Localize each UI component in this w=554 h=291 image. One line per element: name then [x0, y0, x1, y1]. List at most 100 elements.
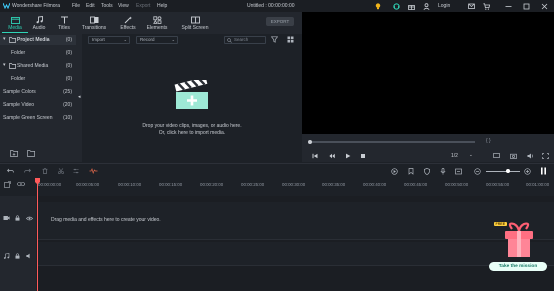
timeline-ruler[interactable]: 00:00:00:00 00:00:05:00 00:00:10:00 00:0…	[0, 178, 554, 192]
scrubber-handle[interactable]	[308, 140, 312, 144]
tab-elements[interactable]: Elements	[144, 15, 170, 33]
support-icon[interactable]	[393, 3, 400, 10]
account-icon[interactable]	[423, 3, 430, 10]
playhead-line[interactable]	[37, 178, 38, 291]
redo-icon[interactable]	[24, 168, 31, 174]
zoom-out-icon[interactable]	[474, 168, 481, 175]
app-name: Wondershare Filmora	[12, 3, 60, 9]
gift-icon[interactable]	[408, 3, 415, 10]
fullscreen-icon[interactable]	[542, 153, 549, 159]
project-media-item[interactable]: ▾ Project Media (0)	[0, 35, 76, 45]
step-back-icon[interactable]	[312, 153, 318, 159]
zoom-slider[interactable]	[486, 169, 520, 173]
adjust-icon[interactable]	[73, 168, 79, 174]
monitor-icon[interactable]	[493, 153, 500, 159]
document-title: Untitled : 00:00:00:00	[247, 3, 295, 9]
minimize-icon[interactable]	[505, 3, 512, 10]
audio-waveform-icon[interactable]	[89, 168, 98, 174]
play-icon[interactable]	[345, 153, 351, 159]
menu-file[interactable]: File	[72, 3, 80, 9]
new-folder-icon[interactable]	[10, 150, 18, 157]
pause-icon[interactable]	[540, 167, 547, 175]
audio-track[interactable]	[37, 242, 554, 266]
drop-hint-line1: Drop your video clips, images, or audio …	[142, 123, 242, 129]
undo-icon[interactable]	[7, 168, 14, 174]
tab-effects-label: Effects	[120, 25, 136, 31]
take-mission-button[interactable]: Take the mission	[489, 262, 547, 271]
menu-view[interactable]: View	[118, 3, 129, 9]
zoom-in-icon[interactable]	[524, 168, 531, 175]
tab-split-screen[interactable]: Split Screen	[181, 15, 209, 33]
mark-brackets[interactable]: { }	[486, 138, 491, 144]
expand-arrow-icon[interactable]: ▾	[3, 62, 6, 68]
lock-icon[interactable]	[15, 253, 20, 259]
rewind-icon[interactable]	[329, 153, 335, 159]
shield-icon[interactable]	[424, 168, 430, 175]
grid-view-icon[interactable]	[287, 36, 294, 43]
notification-icon[interactable]	[468, 3, 475, 10]
chevron-down-icon[interactable]: ⌄	[469, 152, 473, 158]
snapshot-icon[interactable]	[510, 153, 517, 159]
cut-icon[interactable]	[58, 168, 64, 174]
timecode-9: 00:00:45:00	[404, 182, 428, 187]
sample-colors-item[interactable]: Sample Colors (25)	[0, 87, 76, 97]
microphone-icon[interactable]	[440, 168, 446, 175]
stop-icon[interactable]	[360, 153, 366, 159]
tab-titles[interactable]: Titles	[51, 15, 77, 33]
speaker-icon[interactable]	[26, 253, 32, 259]
shared-folder-item[interactable]: Folder (0)	[0, 74, 76, 84]
timecode-7: 00:00:35:00	[322, 182, 346, 187]
zoom-slider-handle[interactable]	[506, 169, 510, 173]
sample-video-item[interactable]: Sample Video (20)	[0, 100, 76, 110]
gift-box-icon[interactable]	[500, 222, 538, 262]
tab-media-label: Media	[8, 25, 22, 31]
folder-item[interactable]: Folder (0)	[0, 48, 76, 58]
text-icon	[60, 16, 68, 24]
link-icon[interactable]	[17, 181, 25, 187]
shared-media-item[interactable]: ▾ Shared Media (0)	[0, 61, 76, 71]
search-icon	[227, 38, 232, 43]
tab-transitions[interactable]: Transitions	[81, 15, 107, 33]
sample-green-screen-count: (10)	[63, 115, 72, 121]
timecode-5: 00:00:25:00	[241, 182, 265, 187]
export-button[interactable]: EXPORT	[266, 17, 294, 26]
timeline-toolbar	[0, 163, 554, 178]
timeline-tracks[interactable]: Drag media and effects here to create yo…	[37, 178, 554, 291]
filter-icon[interactable]	[271, 36, 278, 43]
maximize-icon[interactable]	[523, 3, 530, 10]
record-dropdown[interactable]: Record ⌄	[136, 36, 178, 44]
folder-outline-icon[interactable]	[27, 150, 35, 157]
bulb-icon[interactable]	[375, 3, 381, 10]
folder-icon	[9, 37, 16, 43]
import-media-dropzone[interactable]: Drop your video clips, images, or audio …	[83, 74, 301, 144]
marker-icon[interactable]	[408, 168, 414, 175]
playback-ratio[interactable]: 1/2	[451, 153, 458, 159]
login-link[interactable]: Login	[438, 3, 450, 9]
tab-audio-label: Audio	[32, 25, 46, 31]
video-track[interactable]: Drag media and effects here to create yo…	[37, 202, 554, 240]
tab-media[interactable]: Media	[2, 15, 28, 33]
project-media-label: Project Media	[17, 37, 50, 43]
sample-green-screen-item[interactable]: Sample Green Screen (10)	[0, 113, 76, 123]
expand-arrow-icon[interactable]: ▾	[3, 36, 6, 42]
tab-audio[interactable]: Audio	[26, 15, 52, 33]
lock-icon[interactable]	[15, 215, 20, 221]
tab-effects[interactable]: Effects	[115, 15, 141, 33]
import-dropdown[interactable]: Import ⌄	[88, 36, 130, 44]
menu-tools[interactable]: Tools	[101, 3, 113, 9]
collapse-panel-icon[interactable]: ◂	[78, 94, 81, 100]
delete-icon[interactable]	[42, 168, 48, 174]
search-input[interactable]: Search	[224, 36, 266, 44]
eye-icon[interactable]	[26, 216, 33, 221]
menu-help[interactable]: Help	[157, 3, 167, 9]
voiceover-icon[interactable]	[455, 168, 462, 175]
menu-export[interactable]: Export	[136, 3, 150, 9]
close-icon[interactable]	[541, 3, 548, 10]
volume-icon[interactable]	[527, 153, 534, 159]
cart-icon[interactable]	[483, 3, 490, 10]
add-track-icon[interactable]	[4, 181, 11, 188]
preview-scrubber[interactable]	[308, 140, 475, 144]
menu-edit[interactable]: Edit	[86, 3, 95, 9]
render-icon[interactable]	[391, 168, 398, 175]
search-placeholder: Search	[234, 37, 249, 42]
